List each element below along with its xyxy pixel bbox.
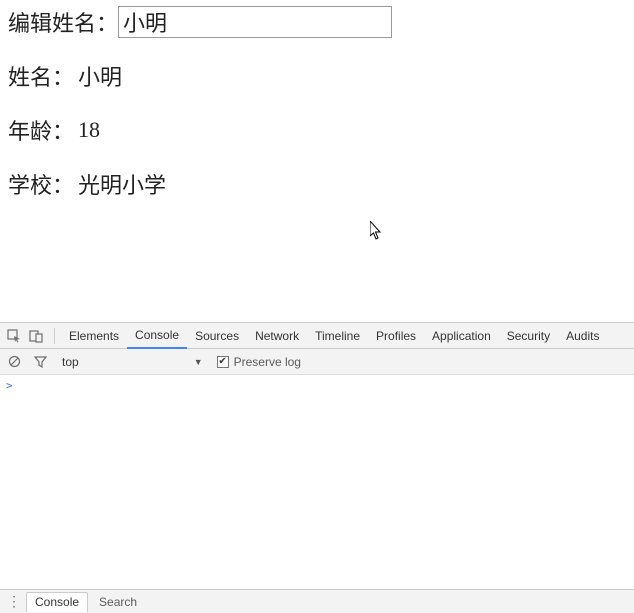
preserve-log-control[interactable]: ✔ Preserve log <box>217 355 301 369</box>
age-row: 年龄： 18 <box>8 114 626 146</box>
clear-console-icon[interactable] <box>4 352 24 372</box>
chevron-down-icon: ▼ <box>194 357 203 367</box>
tab-application[interactable]: Application <box>424 323 499 349</box>
edit-name-input[interactable] <box>118 6 392 38</box>
console-output[interactable]: > <box>0 375 634 590</box>
execution-context-selector[interactable]: top ▼ <box>56 355 209 369</box>
school-value: 光明小学 <box>78 168 166 200</box>
devtools-drawer: ⋮ Console Search <box>0 589 634 613</box>
name-row: 姓名： 小明 <box>8 60 626 92</box>
name-label: 姓名： <box>8 60 74 92</box>
tab-audits[interactable]: Audits <box>558 323 607 349</box>
tab-sources[interactable]: Sources <box>187 323 247 349</box>
name-value: 小明 <box>78 60 122 92</box>
devtools-panel: Elements Console Sources Network Timelin… <box>0 322 634 590</box>
school-label: 学校： <box>8 168 74 200</box>
page-content: 编辑姓名： 姓名： 小明 年龄： 18 学校： 光明小学 <box>0 0 634 228</box>
tab-elements[interactable]: Elements <box>61 323 127 349</box>
tab-profiles[interactable]: Profiles <box>368 323 424 349</box>
preserve-log-label: Preserve log <box>234 355 301 369</box>
edit-name-label: 编辑姓名： <box>8 6 118 38</box>
tab-security[interactable]: Security <box>499 323 558 349</box>
devtools-main-toolbar: Elements Console Sources Network Timelin… <box>0 323 634 349</box>
tab-console[interactable]: Console <box>127 323 187 349</box>
device-toggle-icon[interactable] <box>26 326 46 346</box>
tab-timeline[interactable]: Timeline <box>307 323 368 349</box>
preserve-log-checkbox[interactable]: ✔ <box>217 356 229 368</box>
school-row: 学校： 光明小学 <box>8 168 626 200</box>
console-toolbar: top ▼ ✔ Preserve log <box>0 349 634 375</box>
console-prompt-icon: > <box>6 379 13 392</box>
drawer-menu-icon[interactable]: ⋮ <box>4 593 24 610</box>
filter-icon[interactable] <box>30 352 50 372</box>
toolbar-divider <box>54 328 55 344</box>
age-label: 年龄： <box>8 114 74 146</box>
inspect-element-icon[interactable] <box>4 326 24 346</box>
tab-network[interactable]: Network <box>247 323 307 349</box>
context-label: top <box>62 355 79 369</box>
drawer-tab-console[interactable]: Console <box>26 592 88 612</box>
edit-name-row: 编辑姓名： <box>8 6 626 38</box>
age-value: 18 <box>78 117 100 143</box>
drawer-tab-search[interactable]: Search <box>90 592 146 612</box>
